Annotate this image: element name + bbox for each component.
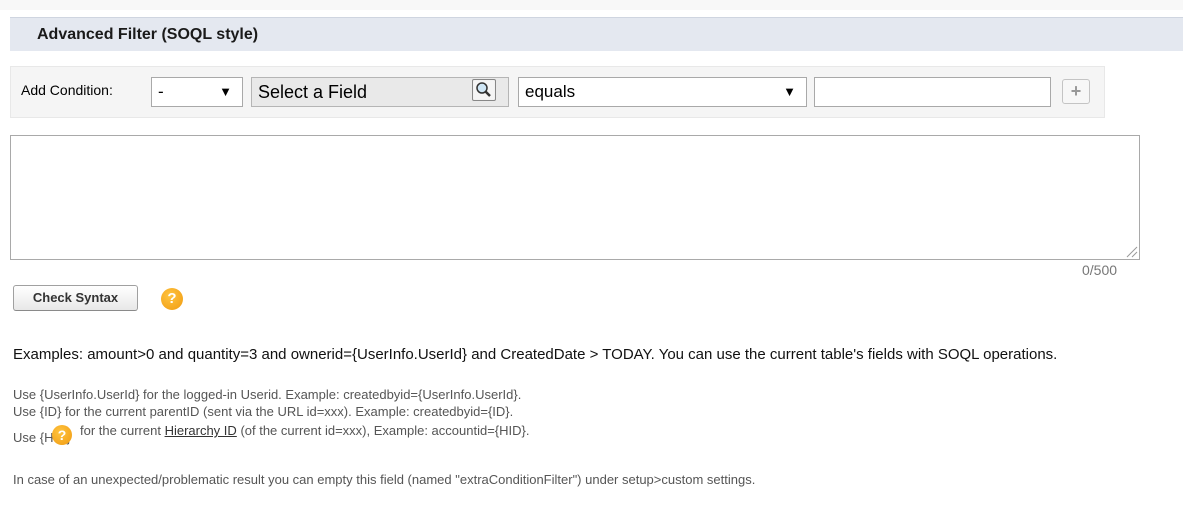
question-help-icon[interactable]: ? [161, 288, 183, 310]
top-strip [0, 0, 1183, 10]
resize-grip-icon[interactable] [1124, 244, 1138, 258]
triangle-down-icon: ▼ [219, 84, 232, 99]
magnifier-lookup-icon[interactable] [472, 79, 496, 101]
add-condition-button[interactable]: + [1062, 79, 1090, 104]
plus-icon: + [1070, 81, 1082, 101]
add-condition-label: Add Condition: [21, 82, 113, 98]
examples-text: Examples: amount>0 and quantity=3 and ow… [13, 346, 1058, 363]
logic-operator-value: - [158, 82, 164, 101]
filter-textarea[interactable] [10, 135, 1140, 260]
note-userid: Use {UserInfo.UserId} for the logged-in … [13, 387, 522, 402]
triangle-down-icon: ▼ [783, 84, 796, 99]
character-counter: 0/500 [1082, 262, 1118, 278]
operator-select[interactable]: equals ▼ [518, 77, 807, 107]
note-reset: In case of an unexpected/problematic res… [13, 472, 756, 487]
operator-value: equals [525, 82, 576, 101]
section-title: Advanced Filter (SOQL style) [37, 26, 259, 43]
field-selector[interactable]: Select a Field [251, 77, 509, 107]
note-hid-mid: for the current [80, 423, 161, 438]
note-hid-suffix: (of the current id=xxx), Example: accoun… [240, 423, 530, 438]
note-hid-text: for the current Hierarchy ID (of the cur… [80, 423, 529, 438]
field-selector-placeholder: Select a Field [258, 82, 368, 102]
hierarchy-id-link[interactable]: Hierarchy ID [165, 423, 237, 438]
question-help-icon[interactable]: ? [52, 425, 72, 445]
add-condition-row: Add Condition: - ▼ Select a Field equals… [10, 66, 1105, 118]
logic-operator-select[interactable]: - ▼ [151, 77, 243, 107]
section-header: Advanced Filter (SOQL style) [10, 17, 1183, 51]
condition-value-input[interactable] [814, 77, 1051, 107]
check-syntax-button[interactable]: Check Syntax [13, 285, 138, 311]
note-id: Use {ID} for the current parentID (sent … [13, 404, 514, 419]
